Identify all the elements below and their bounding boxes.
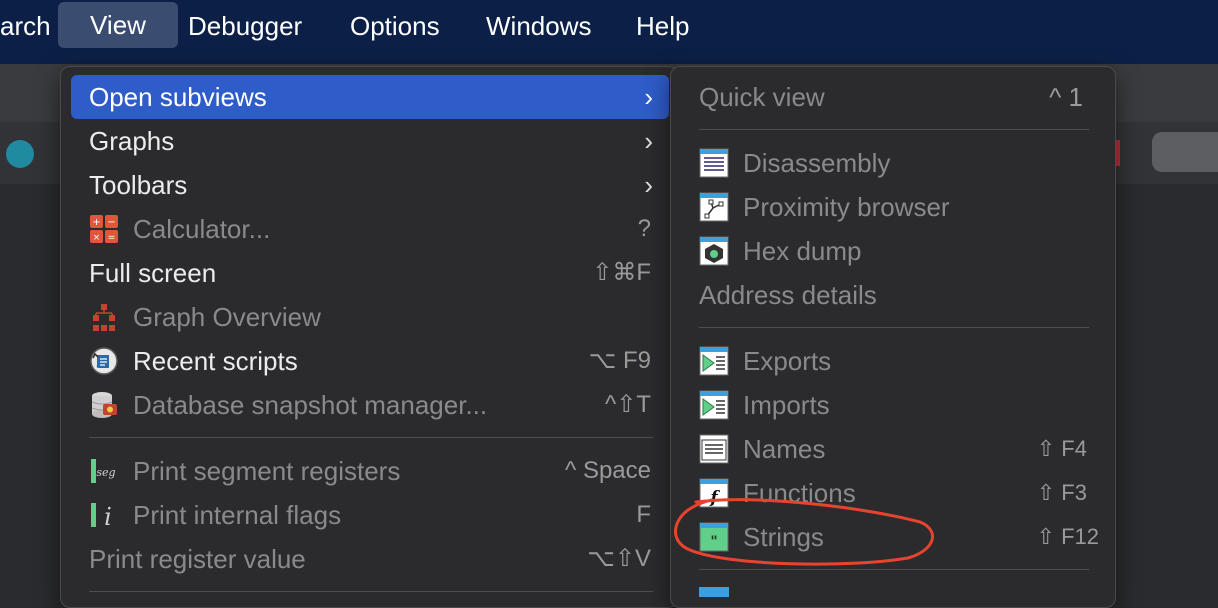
menu-item-label: Names bbox=[743, 434, 826, 464]
chevron-right-icon: › bbox=[644, 170, 653, 200]
internal-flags-icon: i bbox=[89, 500, 119, 530]
chevron-right-icon: › bbox=[644, 82, 653, 112]
menu-separator bbox=[699, 327, 1089, 328]
menu-view[interactable]: View bbox=[58, 2, 178, 48]
menu-item-label: Calculator... bbox=[133, 214, 271, 244]
menu-item-label: Open subviews bbox=[89, 82, 267, 112]
proximity-browser-icon bbox=[699, 192, 729, 222]
menu-item-label: Functions bbox=[743, 478, 856, 508]
menu-item-hex-dump[interactable]: Hex dump bbox=[681, 229, 1107, 273]
menu-item-proximity-browser[interactable]: Proximity browser bbox=[681, 185, 1107, 229]
svg-text:×: × bbox=[93, 233, 101, 243]
svg-text:i: i bbox=[104, 503, 112, 530]
menu-item-shortcut: ⌥ F9 bbox=[588, 347, 651, 374]
menu-item-label: Full screen bbox=[89, 258, 217, 288]
menu-item-print-register-value[interactable]: Print register value ⌥⇧V bbox=[71, 537, 669, 581]
menu-item-label: Graphs bbox=[89, 126, 175, 156]
menu-item-strings[interactable]: " Strings ⇧ F12 bbox=[681, 515, 1107, 559]
menu-item-calculator[interactable]: + − × = Calculator... ? bbox=[71, 207, 669, 251]
strings-icon: " bbox=[699, 522, 729, 552]
menu-item-label: Graph Overview bbox=[133, 302, 321, 332]
menu-item-shortcut: ^ 1 bbox=[1049, 82, 1083, 112]
toolbar-button[interactable] bbox=[1152, 132, 1218, 172]
svg-text:+: + bbox=[92, 217, 100, 228]
menu-item-shortcut: F bbox=[636, 501, 651, 528]
menu-item-names[interactable]: Names ⇧ F4 bbox=[681, 427, 1107, 471]
exports-icon bbox=[699, 346, 729, 376]
menu-item-quick-view[interactable]: Quick view ^ 1 bbox=[681, 75, 1107, 119]
menu-help[interactable]: Help bbox=[636, 8, 689, 48]
menu-item-shortcut: ⇧ F4 bbox=[1036, 436, 1087, 461]
view-menu: Open subviews › Graphs › Toolbars › + − × =… bbox=[60, 66, 678, 608]
menubar: arch View Debugger Options Windows Help bbox=[0, 0, 1218, 64]
menu-item-label: Quick view bbox=[699, 82, 825, 112]
menu-item-print-segment-registers[interactable]: seg Print segment registers ^ Space bbox=[71, 449, 669, 493]
disassembly-icon bbox=[699, 148, 729, 178]
menu-item-label: Recent scripts bbox=[133, 346, 298, 376]
menu-item-label: Hex dump bbox=[743, 236, 862, 266]
menu-item-label: Proximity browser bbox=[743, 192, 950, 222]
menu-item-label: Print internal flags bbox=[133, 500, 342, 530]
menu-item-shortcut: ⌥⇧V bbox=[587, 545, 651, 572]
menu-item-database-snapshot[interactable]: Database snapshot manager... ^⇧T bbox=[71, 383, 669, 427]
menu-item-graph-overview[interactable]: Graph Overview bbox=[71, 295, 669, 339]
menu-item-print-internal-flags[interactable]: i Print internal flags F bbox=[71, 493, 669, 537]
navigate-icon[interactable] bbox=[6, 140, 34, 168]
next-item-icon bbox=[699, 587, 729, 597]
functions-icon: f bbox=[699, 478, 729, 508]
menu-item-shortcut: ⇧ F3 bbox=[1036, 480, 1087, 505]
menu-item-full-screen[interactable]: Full screen ⇧⌘F bbox=[71, 251, 669, 295]
menu-item-exports[interactable]: Exports bbox=[681, 339, 1107, 383]
hex-dump-icon bbox=[699, 236, 729, 266]
open-subviews-submenu: Quick view ^ 1 Disassembly Proximity bro… bbox=[670, 66, 1116, 608]
menu-item-label: Print segment registers bbox=[133, 456, 401, 486]
menu-item-label: Strings bbox=[743, 522, 824, 552]
menu-search[interactable]: arch bbox=[0, 8, 51, 48]
menu-item-functions[interactable]: f Functions ⇧ F3 bbox=[681, 471, 1107, 515]
menu-item-shortcut: ^ Space bbox=[565, 457, 651, 484]
imports-icon bbox=[699, 390, 729, 420]
menu-item-graphs[interactable]: Graphs › bbox=[71, 119, 669, 163]
menu-item-label: Imports bbox=[743, 390, 830, 420]
menu-separator bbox=[699, 569, 1089, 570]
menu-item-imports[interactable]: Imports bbox=[681, 383, 1107, 427]
menu-item-shortcut: ⇧⌘F bbox=[592, 259, 651, 286]
menu-item-shortcut: ^⇧T bbox=[604, 391, 651, 418]
menu-separator bbox=[89, 437, 653, 438]
svg-text:seg: seg bbox=[96, 466, 115, 479]
menu-item-open-subviews[interactable]: Open subviews › bbox=[71, 75, 669, 119]
menu-separator bbox=[699, 129, 1089, 130]
recent-scripts-icon bbox=[89, 346, 119, 376]
menu-item-address-details[interactable]: Address details bbox=[681, 273, 1107, 317]
menu-item-shortcut: ⇧ F12 bbox=[1036, 524, 1099, 549]
chevron-right-icon: › bbox=[644, 126, 653, 156]
graph-overview-icon bbox=[89, 302, 119, 332]
menu-item-shortcut: ? bbox=[637, 215, 651, 242]
svg-text:": " bbox=[710, 534, 717, 550]
menu-item-disassembly[interactable]: Disassembly bbox=[681, 141, 1107, 185]
menu-item-toolbars[interactable]: Toolbars › bbox=[71, 163, 669, 207]
names-icon bbox=[699, 434, 729, 464]
segment-registers-icon: seg bbox=[89, 456, 119, 486]
svg-text:=: = bbox=[108, 233, 116, 243]
menu-debugger[interactable]: Debugger bbox=[188, 8, 302, 48]
menu-item-label: Database snapshot manager... bbox=[133, 390, 488, 420]
menu-item-recent-scripts[interactable]: Recent scripts ⌥ F9 bbox=[71, 339, 669, 383]
menu-item-label: Address details bbox=[699, 280, 877, 310]
menu-item-label: Toolbars bbox=[89, 170, 188, 200]
menu-windows[interactable]: Windows bbox=[486, 8, 591, 48]
database-snapshot-icon bbox=[89, 390, 119, 420]
menu-item-label: Exports bbox=[743, 346, 832, 376]
menu-item-label: Print register value bbox=[89, 544, 306, 574]
menu-options[interactable]: Options bbox=[350, 8, 440, 48]
calculator-icon: + − × = bbox=[89, 214, 119, 244]
menu-item-label: Disassembly bbox=[743, 148, 891, 178]
svg-text:−: − bbox=[107, 217, 115, 228]
